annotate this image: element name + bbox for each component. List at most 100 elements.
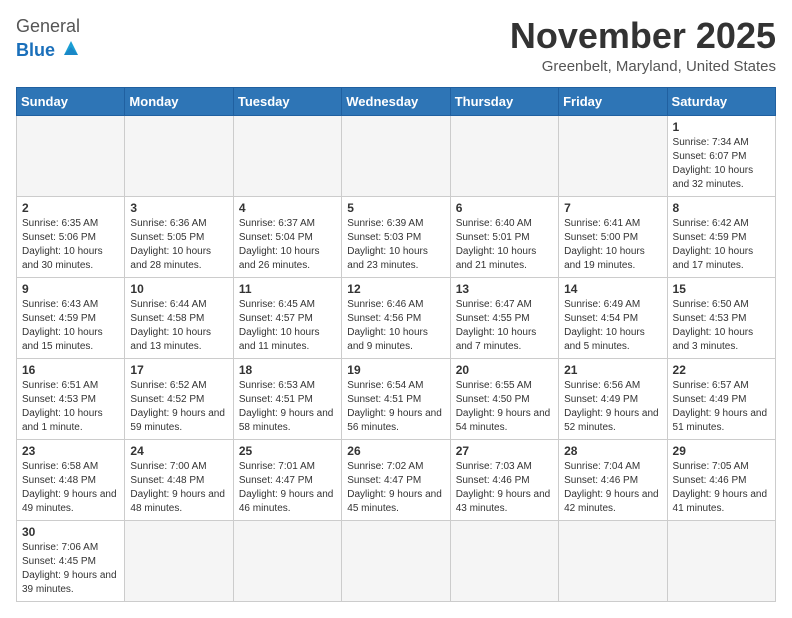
calendar-cell (450, 520, 558, 601)
calendar-cell (17, 115, 125, 196)
logo-general-text: General (16, 16, 80, 37)
day-info: Sunrise: 6:41 AM Sunset: 5:00 PM Dayligh… (564, 217, 661, 273)
calendar-week-3: 9Sunrise: 6:43 AM Sunset: 4:59 PM Daylig… (17, 277, 776, 358)
day-info: Sunrise: 6:36 AM Sunset: 5:05 PM Dayligh… (130, 217, 227, 273)
calendar-cell: 4Sunrise: 6:37 AM Sunset: 5:04 PM Daylig… (233, 196, 341, 277)
day-info: Sunrise: 7:00 AM Sunset: 4:48 PM Dayligh… (130, 460, 227, 516)
calendar-cell: 30Sunrise: 7:06 AM Sunset: 4:45 PM Dayli… (17, 520, 125, 601)
calendar-cell: 26 Sunrise: 7:02 AM Sunset: 4:47 PM Dayli… (342, 439, 450, 520)
day-info: Sunrise: 6:57 AM Sunset: 4:49 PM Dayligh… (673, 379, 770, 435)
calendar-cell (559, 115, 667, 196)
day-number: 3 (130, 201, 227, 215)
calendar-cell: 1Sunrise: 7:34 AM Sunset: 6:07 PM Daylig… (667, 115, 775, 196)
day-info: Sunrise: 7:03 AM Sunset: 4:46 PM Dayligh… (456, 460, 553, 516)
weekday-header-row: SundayMondayTuesdayWednesdayThursdayFrid… (17, 87, 776, 115)
calendar-cell: 3 Sunrise: 6:36 AM Sunset: 5:05 PM Daylig… (125, 196, 233, 277)
weekday-header-sunday: Sunday (17, 87, 125, 115)
logo-area: General Blue (16, 16, 82, 64)
calendar-cell (125, 520, 233, 601)
day-number: 9 (22, 282, 119, 296)
day-info: Sunrise: 7:05 AM Sunset: 4:46 PM Dayligh… (673, 460, 770, 516)
calendar-table: SundayMondayTuesdayWednesdayThursdayFrid… (16, 87, 776, 602)
location-title: Greenbelt, Maryland, United States (510, 58, 776, 75)
calendar-cell: 19 Sunrise: 6:54 AM Sunset: 4:51 PM Dayli… (342, 358, 450, 439)
calendar-cell (233, 115, 341, 196)
day-info: Sunrise: 6:58 AM Sunset: 4:48 PM Dayligh… (22, 460, 119, 516)
day-info: Sunrise: 7:06 AM Sunset: 4:45 PM Dayligh… (22, 541, 119, 597)
calendar-cell: 21 Sunrise: 6:56 AM Sunset: 4:49 PM Dayli… (559, 358, 667, 439)
day-info: Sunrise: 6:44 AM Sunset: 4:58 PM Dayligh… (130, 298, 227, 354)
calendar-cell: 25Sunrise: 7:01 AM Sunset: 4:47 PM Dayli… (233, 439, 341, 520)
calendar-cell (233, 520, 341, 601)
calendar-cell: 7 Sunrise: 6:41 AM Sunset: 5:00 PM Daylig… (559, 196, 667, 277)
day-info: Sunrise: 7:34 AM Sunset: 6:07 PM Dayligh… (673, 136, 770, 192)
day-info: Sunrise: 6:37 AM Sunset: 5:04 PM Dayligh… (239, 217, 336, 273)
calendar-cell: 11 Sunrise: 6:45 AM Sunset: 4:57 PM Dayli… (233, 277, 341, 358)
day-info: Sunrise: 7:02 AM Sunset: 4:47 PM Dayligh… (347, 460, 444, 516)
calendar-cell (342, 115, 450, 196)
day-info: Sunrise: 6:35 AM Sunset: 5:06 PM Dayligh… (22, 217, 119, 273)
day-number: 24 (130, 444, 227, 458)
day-info: Sunrise: 6:50 AM Sunset: 4:53 PM Dayligh… (673, 298, 770, 354)
calendar-cell (342, 520, 450, 601)
calendar-cell: 2 Sunrise: 6:35 AM Sunset: 5:06 PM Daylig… (17, 196, 125, 277)
day-info: Sunrise: 6:42 AM Sunset: 4:59 PM Dayligh… (673, 217, 770, 273)
day-info: Sunrise: 6:52 AM Sunset: 4:52 PM Dayligh… (130, 379, 227, 435)
logo-icon (60, 37, 82, 59)
day-number: 2 (22, 201, 119, 215)
calendar-cell: 12Sunrise: 6:46 AM Sunset: 4:56 PM Dayli… (342, 277, 450, 358)
weekday-header-thursday: Thursday (450, 87, 558, 115)
calendar-cell: 28Sunrise: 7:04 AM Sunset: 4:46 PM Dayli… (559, 439, 667, 520)
day-number: 16 (22, 363, 119, 377)
calendar-cell: 9Sunrise: 6:43 AM Sunset: 4:59 PM Daylig… (17, 277, 125, 358)
weekday-header-monday: Monday (125, 87, 233, 115)
day-number: 21 (564, 363, 661, 377)
day-number: 11 (239, 282, 336, 296)
calendar-cell: 14Sunrise: 6:49 AM Sunset: 4:54 PM Dayli… (559, 277, 667, 358)
day-number: 8 (673, 201, 770, 215)
calendar-cell: 27 Sunrise: 7:03 AM Sunset: 4:46 PM Dayli… (450, 439, 558, 520)
logo: General Blue (16, 16, 82, 64)
calendar-cell: 22 Sunrise: 6:57 AM Sunset: 4:49 PM Dayli… (667, 358, 775, 439)
day-number: 17 (130, 363, 227, 377)
day-number: 22 (673, 363, 770, 377)
day-info: Sunrise: 7:04 AM Sunset: 4:46 PM Dayligh… (564, 460, 661, 516)
calendar-week-2: 2 Sunrise: 6:35 AM Sunset: 5:06 PM Daylig… (17, 196, 776, 277)
calendar-cell: 20Sunrise: 6:55 AM Sunset: 4:50 PM Dayli… (450, 358, 558, 439)
day-info: Sunrise: 6:54 AM Sunset: 4:51 PM Dayligh… (347, 379, 444, 435)
day-number: 19 (347, 363, 444, 377)
logo-blue-text: Blue (16, 40, 55, 61)
day-number: 5 (347, 201, 444, 215)
day-number: 13 (456, 282, 553, 296)
day-info: Sunrise: 6:45 AM Sunset: 4:57 PM Dayligh… (239, 298, 336, 354)
day-info: Sunrise: 6:40 AM Sunset: 5:01 PM Dayligh… (456, 217, 553, 273)
day-number: 15 (673, 282, 770, 296)
page-header: General Blue November 2025 Greenbelt, Ma… (16, 16, 776, 75)
calendar-week-5: 23Sunrise: 6:58 AM Sunset: 4:48 PM Dayli… (17, 439, 776, 520)
calendar-cell: 13 Sunrise: 6:47 AM Sunset: 4:55 PM Dayli… (450, 277, 558, 358)
day-number: 18 (239, 363, 336, 377)
calendar-cell (450, 115, 558, 196)
calendar-cell: 16 Sunrise: 6:51 AM Sunset: 4:53 PM Dayli… (17, 358, 125, 439)
day-info: Sunrise: 6:47 AM Sunset: 4:55 PM Dayligh… (456, 298, 553, 354)
calendar-cell: 10Sunrise: 6:44 AM Sunset: 4:58 PM Dayli… (125, 277, 233, 358)
day-number: 27 (456, 444, 553, 458)
calendar-cell: 17 Sunrise: 6:52 AM Sunset: 4:52 PM Dayli… (125, 358, 233, 439)
day-info: Sunrise: 7:01 AM Sunset: 4:47 PM Dayligh… (239, 460, 336, 516)
day-number: 29 (673, 444, 770, 458)
calendar-week-4: 16 Sunrise: 6:51 AM Sunset: 4:53 PM Dayli… (17, 358, 776, 439)
calendar-cell: 23Sunrise: 6:58 AM Sunset: 4:48 PM Dayli… (17, 439, 125, 520)
day-info: Sunrise: 6:49 AM Sunset: 4:54 PM Dayligh… (564, 298, 661, 354)
calendar-cell: 8 Sunrise: 6:42 AM Sunset: 4:59 PM Daylig… (667, 196, 775, 277)
weekday-header-friday: Friday (559, 87, 667, 115)
day-info: Sunrise: 6:53 AM Sunset: 4:51 PM Dayligh… (239, 379, 336, 435)
calendar-cell: 5Sunrise: 6:39 AM Sunset: 5:03 PM Daylig… (342, 196, 450, 277)
calendar-cell: 29 Sunrise: 7:05 AM Sunset: 4:46 PM Dayli… (667, 439, 775, 520)
day-number: 7 (564, 201, 661, 215)
calendar-cell: 15 Sunrise: 6:50 AM Sunset: 4:53 PM Dayli… (667, 277, 775, 358)
day-number: 12 (347, 282, 444, 296)
calendar-cell: 18 Sunrise: 6:53 AM Sunset: 4:51 PM Dayli… (233, 358, 341, 439)
day-info: Sunrise: 6:56 AM Sunset: 4:49 PM Dayligh… (564, 379, 661, 435)
day-info: Sunrise: 6:51 AM Sunset: 4:53 PM Dayligh… (22, 379, 119, 435)
day-number: 26 (347, 444, 444, 458)
